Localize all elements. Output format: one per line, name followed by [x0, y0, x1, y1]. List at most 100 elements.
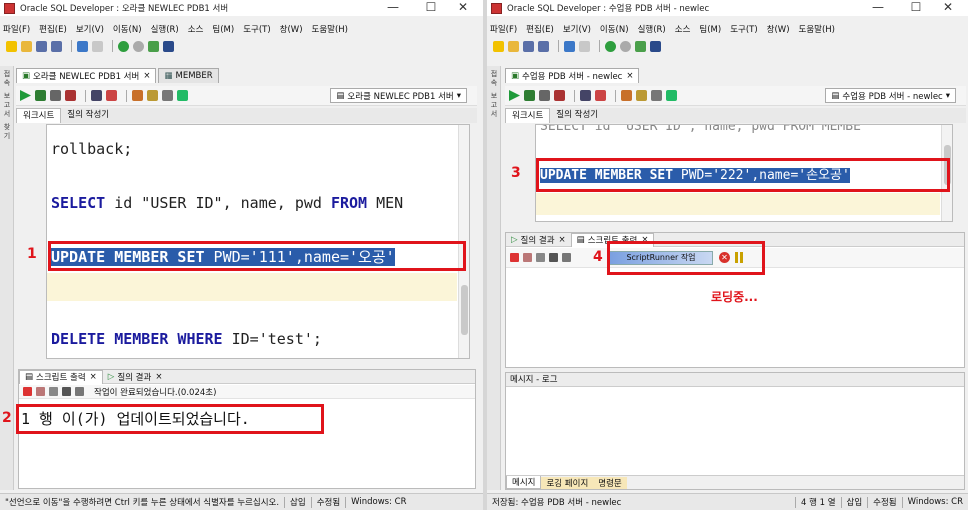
connections-tab[interactable]: 접속: [489, 70, 499, 88]
print-icon[interactable]: [549, 253, 558, 262]
tab-query-result[interactable]: ▷ 질의 결과 ×: [103, 371, 168, 383]
binoculars-icon[interactable]: [650, 40, 661, 52]
run-icon[interactable]: [148, 40, 159, 52]
pin-icon[interactable]: [23, 387, 32, 396]
connection-selector[interactable]: ▤ 수업용 PDB 서버 - newlec ▾: [825, 88, 956, 103]
close-tab-icon[interactable]: ×: [559, 235, 566, 245]
explain-plan-icon[interactable]: [91, 90, 102, 101]
menu-help[interactable]: 도움말(H): [799, 23, 835, 35]
menu-tools[interactable]: 도구(T): [243, 23, 270, 35]
tab-messages[interactable]: 메시지: [506, 476, 542, 489]
autotrace-icon[interactable]: [595, 90, 606, 101]
explain-plan-icon[interactable]: [580, 90, 591, 101]
save-all-icon[interactable]: [538, 40, 549, 52]
minimize-button[interactable]: —: [379, 0, 407, 15]
run-script-icon[interactable]: [524, 90, 535, 101]
minimize-button[interactable]: —: [864, 0, 892, 15]
format-icon[interactable]: [666, 90, 677, 101]
rollback-icon[interactable]: [554, 90, 565, 101]
tab-worksheet[interactable]: 워크시트: [505, 108, 551, 123]
menu-team[interactable]: 팀(M): [212, 23, 234, 35]
redo-icon[interactable]: [579, 40, 590, 52]
menu-file[interactable]: 파일(F): [3, 23, 30, 35]
close-button[interactable]: ✕: [934, 0, 962, 15]
clear-icon[interactable]: [132, 90, 143, 101]
forward-icon[interactable]: [133, 40, 144, 52]
menu-run[interactable]: 실행(R): [638, 23, 666, 35]
undo-icon[interactable]: [564, 40, 575, 52]
rollback-icon[interactable]: [65, 90, 76, 101]
doc-tab-member[interactable]: ▦ MEMBER: [158, 68, 219, 83]
eraser-icon[interactable]: [636, 90, 647, 101]
new-icon[interactable]: [493, 40, 504, 52]
menu-team[interactable]: 팀(M): [699, 23, 721, 35]
close-tab-icon[interactable]: ×: [155, 372, 162, 382]
connection-selector[interactable]: ▤ 오라클 NEWLEC PDB1 서버 ▾: [330, 88, 467, 103]
menu-navigate[interactable]: 이동(N): [600, 23, 629, 35]
format-icon[interactable]: [177, 90, 188, 101]
back-icon[interactable]: [605, 40, 616, 52]
eraser-icon[interactable]: [523, 253, 532, 262]
close-tab-icon[interactable]: ×: [143, 71, 150, 81]
menu-window[interactable]: 창(W): [280, 23, 303, 35]
close-tab-icon[interactable]: ×: [90, 372, 97, 382]
clear-icon[interactable]: [621, 90, 632, 101]
tab-query-builder[interactable]: 질의 작성기: [550, 108, 604, 123]
autotrace-icon[interactable]: [106, 90, 117, 101]
clear-output-icon[interactable]: [562, 253, 571, 262]
menu-navigate[interactable]: 이동(N): [113, 23, 142, 35]
tab-script-output[interactable]: ▤ 스크립트 출력 ×: [19, 369, 103, 384]
scrollbar-thumb[interactable]: [461, 285, 468, 335]
new-icon[interactable]: [6, 40, 17, 52]
back-icon[interactable]: [118, 40, 129, 52]
open-icon[interactable]: [508, 40, 519, 52]
tab-worksheet[interactable]: 워크시트: [16, 108, 62, 123]
pin-icon[interactable]: [510, 253, 519, 262]
commit-icon[interactable]: [539, 90, 550, 101]
menu-edit[interactable]: 편집(E): [39, 23, 67, 35]
tab-query-builder[interactable]: 질의 작성기: [61, 108, 115, 123]
menu-window[interactable]: 창(W): [767, 23, 790, 35]
forward-icon[interactable]: [620, 40, 631, 52]
close-button[interactable]: ✕: [449, 0, 477, 15]
find-tab[interactable]: 찾기: [2, 123, 12, 141]
save-icon[interactable]: [36, 40, 47, 52]
redo-icon[interactable]: [92, 40, 103, 52]
eraser-icon[interactable]: [36, 387, 45, 396]
clear-output-icon[interactable]: [75, 387, 84, 396]
save-output-icon[interactable]: [536, 253, 545, 262]
menu-view[interactable]: 보기(V): [563, 23, 591, 35]
doc-tab-worksheet[interactable]: ▣ 수업용 PDB 서버 - newlec ×: [505, 68, 640, 83]
menu-source[interactable]: 소스: [188, 23, 204, 35]
maximize-button[interactable]: ☐: [417, 0, 445, 15]
reports-tab[interactable]: 보고서: [489, 92, 499, 119]
tab-statements[interactable]: 명령문: [593, 476, 627, 489]
menu-tools[interactable]: 도구(T): [730, 23, 757, 35]
run-script-icon[interactable]: [35, 90, 46, 101]
menu-source[interactable]: 소스: [675, 23, 691, 35]
doc-tab-worksheet[interactable]: ▣ 오라클 NEWLEC PDB1 서버 ×: [16, 68, 157, 83]
save-icon[interactable]: [523, 40, 534, 52]
run-icon[interactable]: [635, 40, 646, 52]
open-icon[interactable]: [21, 40, 32, 52]
run-statement-icon[interactable]: [20, 90, 31, 101]
menu-edit[interactable]: 편집(E): [526, 23, 554, 35]
tab-query-result[interactable]: ▷ 질의 결과 ×: [506, 234, 571, 246]
history-icon[interactable]: [651, 90, 662, 101]
tab-logging-page[interactable]: 로깅 페이지: [541, 476, 594, 489]
reports-tab[interactable]: 보고서: [2, 92, 12, 119]
binoculars-icon[interactable]: [163, 40, 174, 52]
maximize-button[interactable]: ☐: [902, 0, 930, 15]
print-icon[interactable]: [62, 387, 71, 396]
close-tab-icon[interactable]: ×: [626, 71, 633, 81]
history-icon[interactable]: [162, 90, 173, 101]
menu-help[interactable]: 도움말(H): [312, 23, 348, 35]
menu-file[interactable]: 파일(F): [490, 23, 517, 35]
connections-tab[interactable]: 접속: [2, 70, 12, 88]
commit-icon[interactable]: [50, 90, 61, 101]
save-output-icon[interactable]: [49, 387, 58, 396]
undo-icon[interactable]: [77, 40, 88, 52]
run-statement-icon[interactable]: [509, 90, 520, 101]
menu-view[interactable]: 보기(V): [76, 23, 104, 35]
save-all-icon[interactable]: [51, 40, 62, 52]
